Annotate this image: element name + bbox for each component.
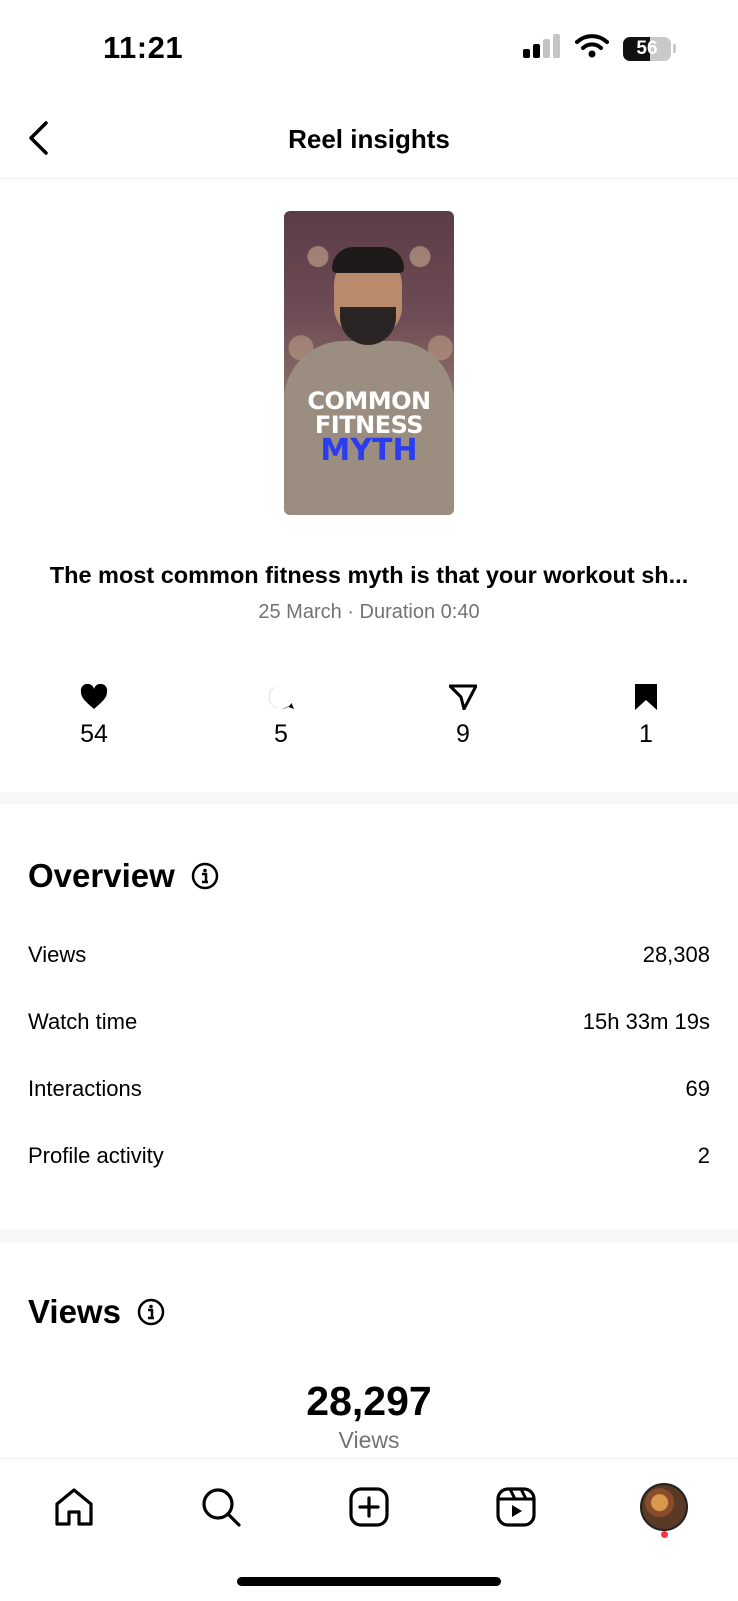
reel-caption: The most common fitness myth is that you… xyxy=(49,562,689,588)
metric-row-interactions: Interactions 69 xyxy=(28,1076,710,1102)
comments-stat: 5 xyxy=(241,680,321,749)
search-icon xyxy=(202,1488,241,1527)
reel-thumbnail[interactable]: COMMON FITNESS MYTH xyxy=(284,211,454,515)
signal-icon xyxy=(523,34,561,63)
notification-dot xyxy=(661,1531,668,1538)
status-icons: 56 xyxy=(523,34,676,63)
metric-label: Interactions xyxy=(28,1076,142,1101)
metric-value: 2 xyxy=(697,1143,710,1168)
status-bar: 11:21 56 xyxy=(0,0,738,100)
home-tab[interactable] xyxy=(46,1479,102,1535)
reels-icon xyxy=(496,1487,536,1527)
search-tab[interactable] xyxy=(193,1479,249,1535)
metric-value: 69 xyxy=(685,1076,710,1101)
metric-value: 15h 33m 19s xyxy=(582,1009,710,1034)
send-icon xyxy=(423,680,503,714)
views-total: 28,297 xyxy=(306,1378,432,1424)
overview-title: Overview xyxy=(28,857,219,895)
views-title: Views xyxy=(28,1293,165,1331)
create-tab[interactable] xyxy=(341,1479,397,1535)
create-icon xyxy=(349,1487,389,1527)
wifi-icon xyxy=(575,34,609,63)
metric-row-views: Views 28,308 xyxy=(28,942,710,968)
thumbnail-text: COMMON FITNESS MYTH xyxy=(307,387,431,468)
battery-icon: 56 xyxy=(623,36,671,61)
bookmark-icon xyxy=(606,680,686,714)
comment-icon xyxy=(241,680,321,714)
heart-icon xyxy=(54,680,134,714)
reels-tab[interactable] xyxy=(488,1479,544,1535)
info-icon[interactable] xyxy=(137,1298,165,1326)
section-divider xyxy=(0,792,738,804)
home-indicator[interactable] xyxy=(237,1577,501,1586)
page-title: Reel insights xyxy=(288,124,450,154)
saves-stat: 1 xyxy=(606,680,686,749)
home-icon xyxy=(55,1488,93,1526)
profile-tab[interactable] xyxy=(636,1479,692,1535)
likes-stat: 54 xyxy=(54,680,134,749)
info-icon[interactable] xyxy=(191,862,219,890)
metric-label: Views xyxy=(28,942,87,967)
shares-stat: 9 xyxy=(423,680,503,749)
metric-value: 28,308 xyxy=(642,942,710,967)
reel-meta: 25 March · Duration 0:40 xyxy=(258,601,480,623)
metric-row-watch-time: Watch time 15h 33m 19s xyxy=(28,1009,710,1035)
nav-header: Reel insights xyxy=(0,100,738,179)
section-divider xyxy=(0,1230,738,1242)
metric-label: Watch time xyxy=(28,1009,138,1034)
views-total-label: Views xyxy=(338,1427,400,1453)
status-time: 11:21 xyxy=(103,30,184,65)
metric-label: Profile activity xyxy=(28,1143,164,1168)
profile-avatar xyxy=(640,1483,688,1531)
metric-row-profile-activity: Profile activity 2 xyxy=(28,1143,710,1169)
